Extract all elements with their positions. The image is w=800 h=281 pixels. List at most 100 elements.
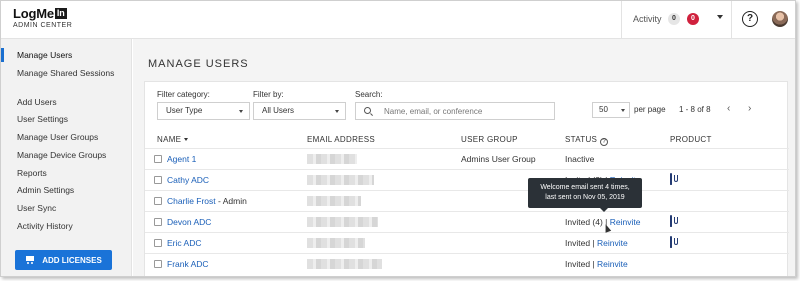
column-header-group[interactable]: USER GROUP [461, 135, 518, 144]
page-title: MANAGE USERS [148, 58, 249, 70]
status-text: Inactive [565, 154, 595, 164]
sidebar-item-manage-user-groups[interactable]: Manage User Groups [17, 132, 127, 143]
status-text: Invited (4) [565, 217, 603, 227]
alert-count-badge[interactable]: 0 [687, 13, 699, 25]
status-cell: Inactive [565, 154, 594, 164]
status-text: Invited [565, 238, 591, 248]
tooltip-line-2: last sent on Nov 05, 2019 [545, 194, 625, 201]
search-icon [364, 107, 371, 114]
sidebar: Manage Users Manage Shared Sessions Add … [1, 39, 132, 276]
table-row: Charlie Frost - Admin [145, 190, 789, 211]
pagination-range: 1 - 8 of 8 [679, 105, 711, 114]
row-checkbox[interactable] [154, 260, 162, 268]
users-card: Filter category: User Type Filter by: Al… [144, 81, 789, 276]
logo[interactable]: LogMe In ADMIN CENTER [13, 6, 72, 29]
column-header-name-label: NAME [157, 135, 182, 144]
sidebar-item-reports[interactable]: Reports [17, 168, 127, 179]
row-checkbox[interactable] [154, 155, 162, 163]
row-checkbox[interactable] [154, 176, 162, 184]
user-name-link[interactable]: Cathy ADC [167, 175, 209, 185]
status-cell: Invited | Reinvite [565, 259, 628, 269]
next-page-button[interactable]: › [748, 103, 751, 114]
activity-label[interactable]: Activity [633, 14, 662, 24]
user-role-suffix: - Admin [215, 196, 247, 206]
info-icon[interactable]: ? [600, 138, 609, 146]
user-name[interactable]: Eric ADC [167, 238, 201, 248]
sidebar-item-manage-users[interactable]: Manage Users [17, 50, 127, 61]
product-gotomeeting-icon [670, 173, 672, 185]
per-page-select[interactable]: 50 [592, 102, 630, 118]
status-separator: | [590, 238, 597, 248]
header-divider [731, 1, 732, 39]
user-name[interactable]: Frank ADC [167, 259, 209, 269]
sort-desc-icon [184, 138, 189, 142]
user-name[interactable]: Devon ADC [167, 217, 211, 227]
help-icon[interactable]: ? [742, 11, 758, 27]
column-header-email[interactable]: EMAIL ADDRESS [307, 135, 375, 144]
logo-box: In [54, 8, 67, 19]
cart-icon [25, 256, 35, 264]
email-redacted [307, 175, 374, 185]
email-redacted [307, 154, 357, 164]
status-separator: | [590, 259, 597, 269]
user-name-link[interactable]: Charlie Frost - Admin [167, 196, 247, 206]
header-divider [621, 1, 622, 39]
column-header-status[interactable]: STATUS? [565, 135, 609, 146]
table-row: Cathy ADCInvited (2) | Reinvite [145, 169, 789, 190]
add-licenses-button[interactable]: ADD LICENSES [15, 250, 112, 270]
activity-count-badge[interactable]: 0 [668, 13, 680, 25]
user-name-link[interactable]: Eric ADC [167, 238, 201, 248]
email-redacted [307, 217, 378, 227]
user-name[interactable]: Cathy ADC [167, 175, 209, 185]
user-name-link[interactable]: Frank ADC [167, 259, 209, 269]
table-row: Frank ADC Invited | Reinvite [145, 253, 789, 274]
product-gotomeeting-icon [670, 215, 672, 227]
column-header-product[interactable]: PRODUCT [670, 135, 712, 144]
reinvite-link[interactable]: Reinvite [597, 238, 628, 248]
add-licenses-label: ADD LICENSES [42, 255, 102, 265]
per-page-label: per page [634, 105, 666, 114]
search-label: Search: [355, 90, 383, 99]
user-name[interactable]: Agent 1 [167, 154, 196, 164]
status-text: Invited [565, 259, 591, 269]
sidebar-item-user-sync[interactable]: User Sync [17, 203, 127, 214]
chevron-down-icon[interactable] [717, 15, 723, 19]
sidebar-item-add-users[interactable]: Add Users [17, 97, 127, 108]
chevron-down-icon [335, 110, 339, 113]
user-name-link[interactable]: Agent 1 [167, 154, 196, 164]
per-page-value: 50 [599, 105, 608, 114]
product-gotomeeting-icon [670, 236, 672, 248]
reinvite-link[interactable]: Reinvite [597, 259, 628, 269]
row-checkbox[interactable] [154, 197, 162, 205]
row-checkbox[interactable] [154, 239, 162, 247]
user-name-link[interactable]: Devon ADC [167, 217, 211, 227]
email-redacted [307, 196, 361, 206]
sidebar-item-manage-shared-sessions[interactable]: Manage Shared Sessions [17, 68, 127, 79]
column-header-status-label: STATUS [565, 135, 598, 144]
sidebar-item-manage-device-groups[interactable]: Manage Device Groups [17, 150, 127, 161]
prev-page-button[interactable]: ‹ [727, 103, 730, 114]
email-redacted [307, 259, 382, 269]
filter-by-select[interactable]: All Users [253, 102, 346, 120]
sidebar-item-user-settings[interactable]: User Settings [17, 114, 127, 125]
chevron-down-icon [621, 109, 625, 112]
logo-wordmark: LogMe In [13, 6, 72, 21]
row-checkbox[interactable] [154, 218, 162, 226]
email-redacted [307, 238, 365, 248]
column-header-name[interactable]: NAME [157, 135, 189, 144]
user-group: Admins User Group [461, 154, 536, 164]
search-box [355, 102, 555, 120]
logo-text: LogMe [13, 6, 54, 21]
table-row: Agent 1 Admins User Group Inactive [145, 148, 789, 169]
user-name[interactable]: Charlie Frost [167, 196, 216, 206]
sidebar-item-admin-settings[interactable]: Admin Settings [17, 185, 127, 196]
sidebar-active-indicator [1, 48, 4, 62]
status-cell: Invited | Reinvite [565, 238, 628, 248]
tooltip-line-1: Welcome email sent 4 times, [540, 184, 630, 191]
filter-category-select[interactable]: User Type [157, 102, 250, 120]
sidebar-item-activity-history[interactable]: Activity History [17, 221, 127, 232]
reinvite-link[interactable]: Reinvite [610, 217, 641, 227]
status-tooltip: Welcome email sent 4 times, last sent on… [528, 178, 642, 212]
avatar[interactable] [772, 11, 788, 27]
search-input[interactable] [384, 103, 552, 119]
